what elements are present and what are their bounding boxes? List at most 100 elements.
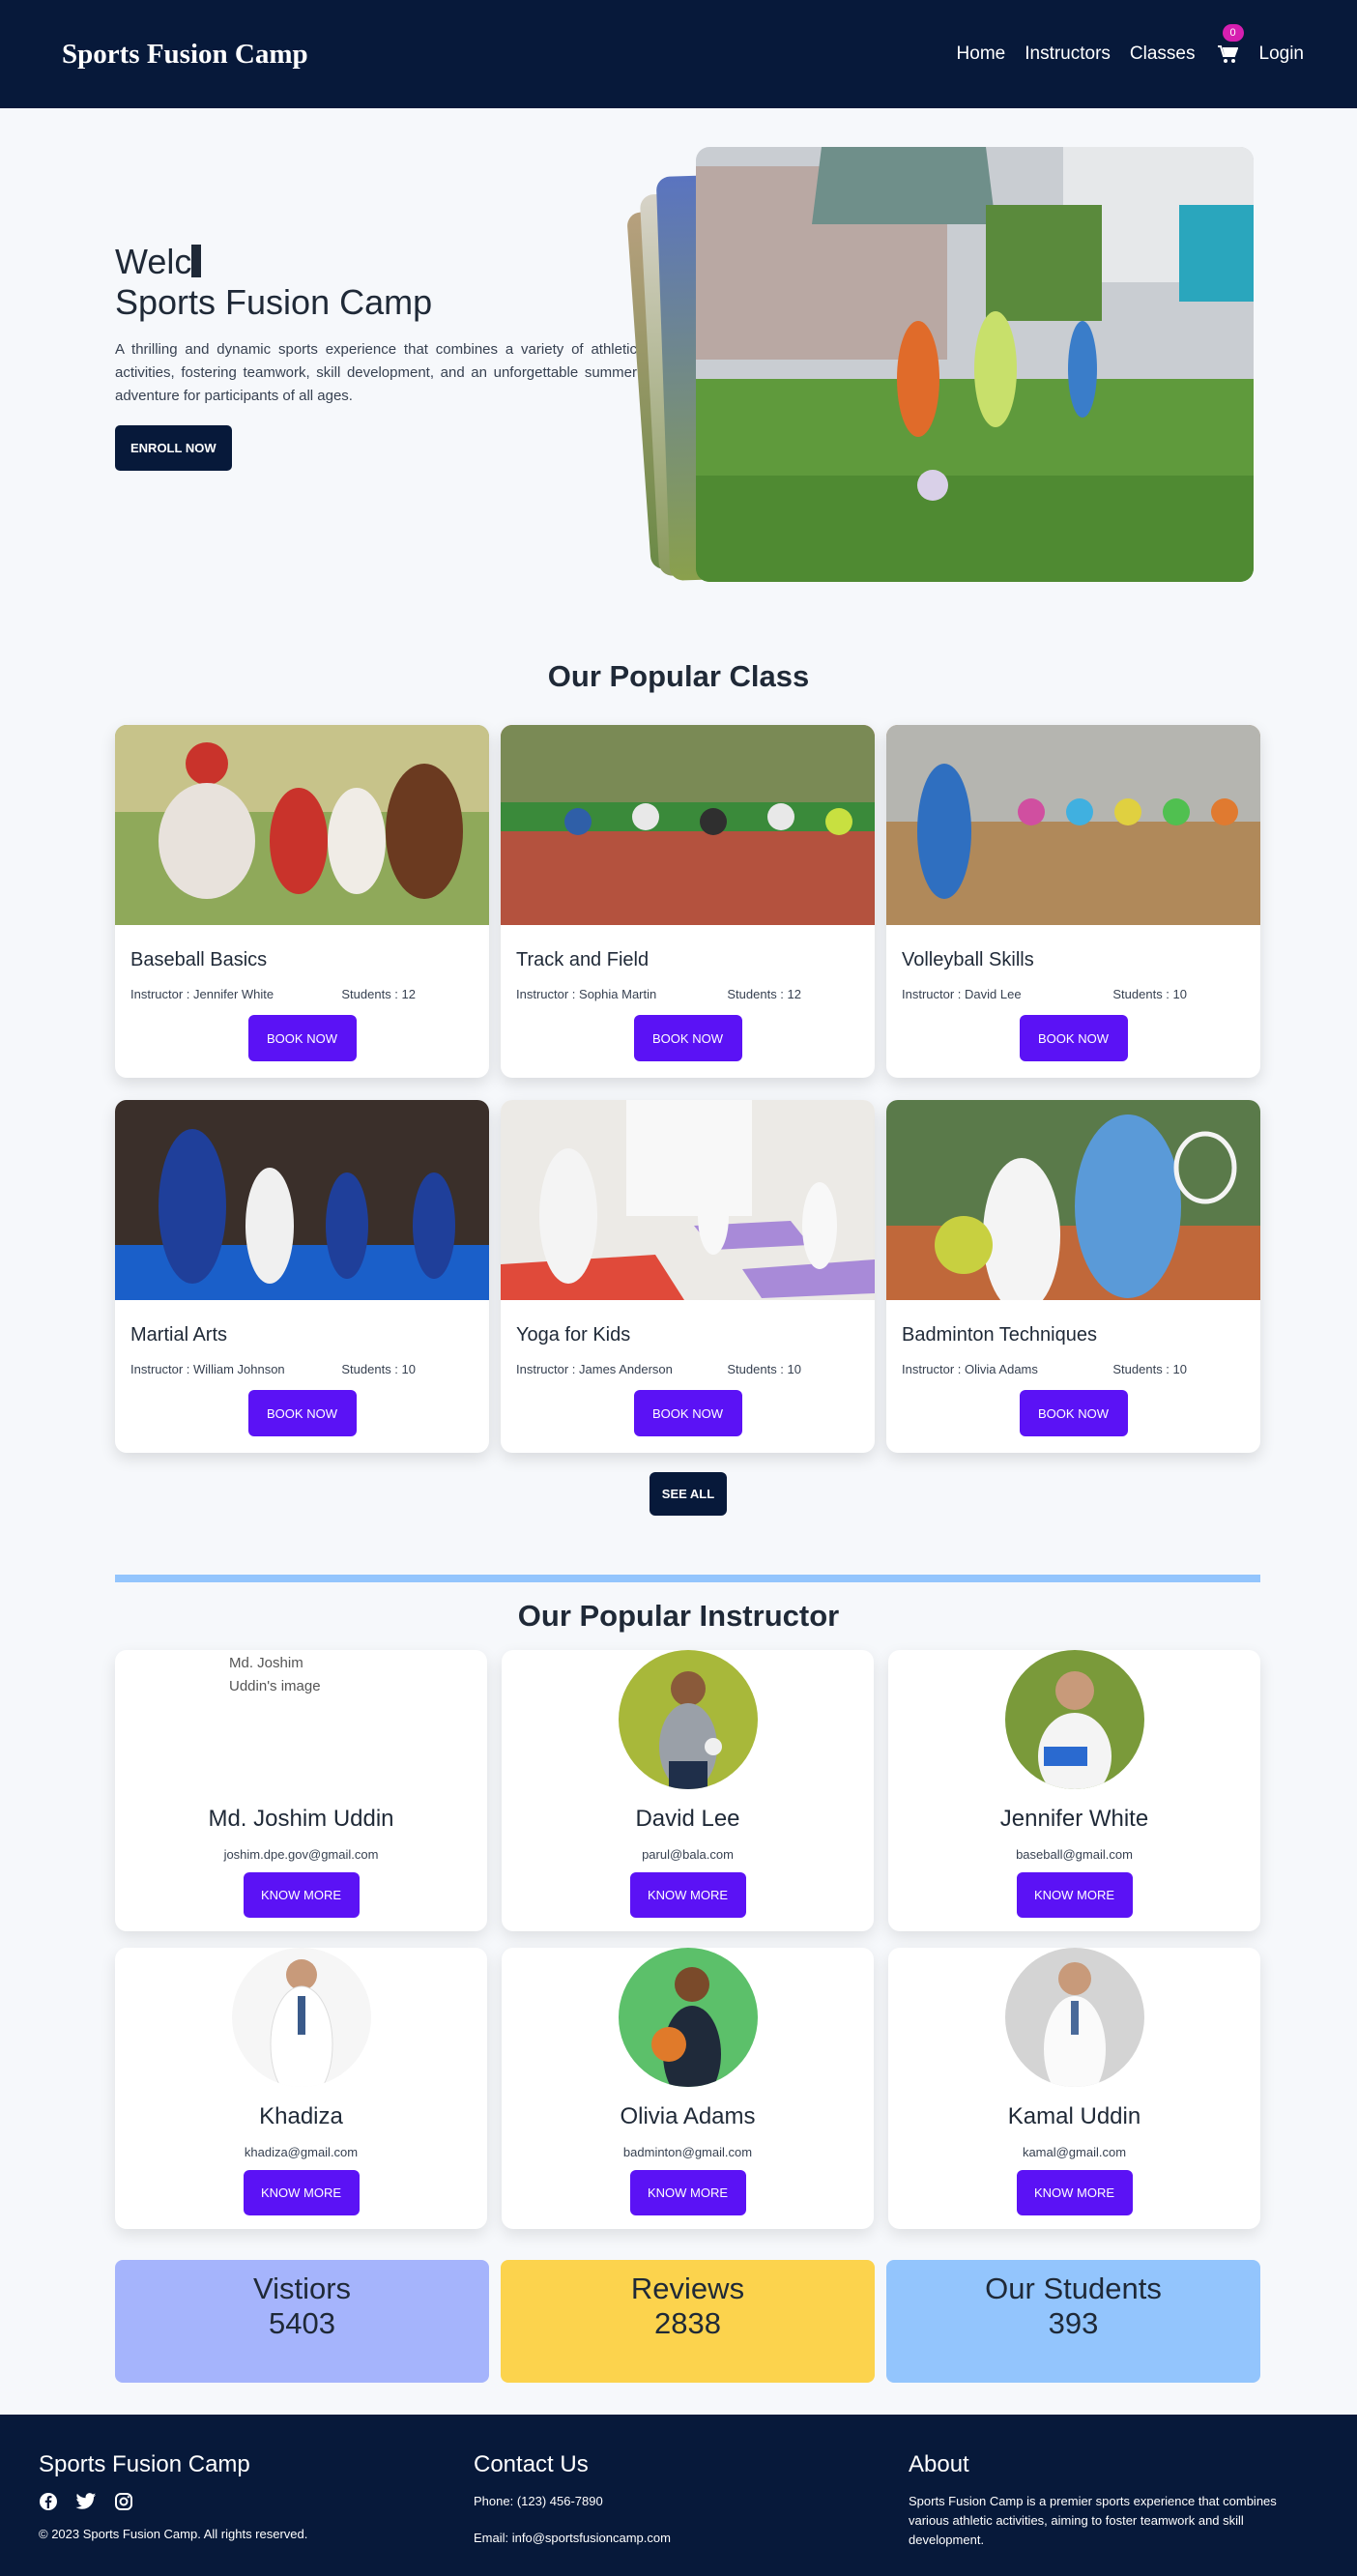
class-name: Track and Field bbox=[516, 949, 650, 970]
know-more-button[interactable]: KNOW MORE bbox=[243, 1872, 360, 1918]
footer-email[interactable]: Email: info@sportsfusioncamp.com bbox=[474, 2529, 860, 2548]
cart-button[interactable]: 0 bbox=[1215, 24, 1244, 67]
book-now-button[interactable]: BOOK NOW bbox=[633, 1015, 742, 1061]
class-name: Badminton Techniques bbox=[902, 1324, 1097, 1346]
class-students: Students : 10 bbox=[341, 1362, 416, 1376]
class-name: Martial Arts bbox=[130, 1324, 228, 1346]
instructor-card: Kamal Uddin kamal@gmail.com KNOW MORE bbox=[888, 1948, 1260, 2229]
instructor-name: Khadiza bbox=[259, 2103, 343, 2129]
know-more-button[interactable]: KNOW MORE bbox=[243, 2170, 360, 2215]
instructor-name: Kamal Uddin bbox=[1007, 2103, 1141, 2129]
class-instructor: Instructor : William Johnson bbox=[130, 1362, 285, 1376]
book-now-button[interactable]: BOOK NOW bbox=[247, 1015, 357, 1061]
instructor-email: parul@bala.com bbox=[642, 1847, 734, 1862]
instructor-email: baseball@gmail.com bbox=[1016, 1847, 1133, 1862]
class-card: Badminton Techniques Instructor : Olivia… bbox=[886, 1100, 1260, 1453]
broken-image-alt: Md. Joshim Uddin's image bbox=[229, 1655, 321, 1694]
class-instructor: Instructor : Sophia Martin bbox=[516, 987, 657, 1001]
class-name: Yoga for Kids bbox=[516, 1324, 631, 1346]
know-more-button[interactable]: KNOW MORE bbox=[629, 2170, 746, 2215]
class-image-volleyball bbox=[886, 725, 1260, 925]
nav-login[interactable]: Login bbox=[1259, 43, 1305, 65]
typing-cursor bbox=[191, 245, 202, 277]
nav-classes[interactable]: Classes bbox=[1130, 43, 1196, 65]
hero-description: A thrilling and dynamic sports experienc… bbox=[115, 341, 637, 404]
instructor-email: joshim.dpe.gov@gmail.com bbox=[223, 1847, 379, 1862]
footer-brand-column: Sports Fusion Camp © 2023 Sports Fusion … bbox=[39, 2451, 425, 2544]
class-instructor: Instructor : David Lee bbox=[902, 987, 1022, 1001]
instagram-icon[interactable] bbox=[114, 2492, 133, 2511]
hero-title: Welc Sports Fusion Camp bbox=[115, 242, 637, 323]
brand-logo[interactable]: Sports Fusion Camp bbox=[62, 39, 308, 71]
facebook-icon[interactable] bbox=[39, 2492, 58, 2511]
class-card: Volleyball Skills Instructor : David Lee… bbox=[886, 725, 1260, 1078]
class-instructor: Instructor : Jennifer White bbox=[130, 987, 274, 1001]
footer-brand: Sports Fusion Camp bbox=[39, 2451, 250, 2477]
footer-phone: Phone: (123) 456-7890 bbox=[474, 2494, 603, 2508]
class-students: Students : 10 bbox=[727, 1362, 801, 1376]
class-image-martial-arts bbox=[115, 1100, 489, 1300]
stat-label: Our Students bbox=[985, 2272, 1162, 2305]
know-more-button[interactable]: KNOW MORE bbox=[1016, 1872, 1133, 1918]
instructor-card: Khadiza khadiza@gmail.com KNOW MORE bbox=[115, 1948, 487, 2229]
class-students: Students : 10 bbox=[1112, 987, 1187, 1001]
class-card: Martial Arts Instructor : William Johnso… bbox=[115, 1100, 489, 1453]
stat-value: 2838 bbox=[654, 2306, 721, 2340]
know-more-button[interactable]: KNOW MORE bbox=[1016, 2170, 1133, 2215]
instructor-name: Jennifer White bbox=[999, 1806, 1149, 1832]
class-name: Baseball Basics bbox=[130, 949, 268, 970]
stat-label: Reviews bbox=[630, 2272, 745, 2305]
class-image-badminton bbox=[886, 1100, 1260, 1313]
footer-about-title: About bbox=[909, 2451, 969, 2477]
footer-contact-column: Contact Us Phone: (123) 456-7890 Email: … bbox=[474, 2451, 860, 2548]
instructor-card: Md. Joshim Uddin's image Md. Joshim Uddi… bbox=[115, 1650, 487, 1931]
stat-value: 393 bbox=[1048, 2306, 1099, 2340]
social-links bbox=[39, 2492, 425, 2511]
instructor-card: David Lee parul@bala.com KNOW MORE bbox=[502, 1650, 874, 1931]
enroll-now-button[interactable]: ENROLL NOW bbox=[115, 425, 232, 471]
avatar bbox=[231, 1948, 371, 2087]
instructor-name: Md. Joshim Uddin bbox=[208, 1806, 394, 1832]
footer-contact-title: Contact Us bbox=[474, 2451, 589, 2477]
stat-label: Vistiors bbox=[252, 2272, 352, 2305]
book-now-button[interactable]: BOOK NOW bbox=[247, 1390, 357, 1436]
know-more-button[interactable]: KNOW MORE bbox=[629, 1872, 746, 1918]
footer-about-column: About Sports Fusion Camp is a premier sp… bbox=[909, 2451, 1314, 2550]
class-image-yoga bbox=[501, 1100, 875, 1300]
cart-count-badge: 0 bbox=[1222, 24, 1244, 42]
book-now-button[interactable]: BOOK NOW bbox=[1019, 1390, 1128, 1436]
hero-section: Welc Sports Fusion Camp A thrilling and d… bbox=[115, 242, 637, 471]
nav-instructors[interactable]: Instructors bbox=[1025, 43, 1111, 65]
instructor-name: David Lee bbox=[635, 1806, 740, 1832]
class-students: Students : 12 bbox=[727, 987, 801, 1001]
book-now-button[interactable]: BOOK NOW bbox=[633, 1390, 742, 1436]
navbar: Sports Fusion Camp Home Instructors Clas… bbox=[0, 0, 1357, 108]
stat-card-reviews: Reviews 2838 bbox=[501, 2260, 875, 2383]
section-divider bbox=[115, 1575, 1260, 1582]
class-card: Yoga for Kids Instructor : James Anderso… bbox=[501, 1100, 875, 1453]
class-students: Students : 10 bbox=[1112, 1362, 1187, 1376]
class-image-track bbox=[501, 725, 875, 925]
nav-links: Home Instructors Classes 0 Login bbox=[957, 24, 1305, 67]
hero-title-line2: Sports Fusion Camp bbox=[115, 282, 433, 322]
twitter-icon[interactable] bbox=[75, 2492, 97, 2511]
avatar bbox=[618, 1948, 758, 2087]
instructor-card: Jennifer White baseball@gmail.com KNOW M… bbox=[888, 1650, 1260, 1931]
stat-card-students: Our Students 393 bbox=[886, 2260, 1260, 2383]
see-all-button[interactable]: SEE ALL bbox=[650, 1472, 727, 1516]
instructor-card: Olivia Adams badminton@gmail.com KNOW MO… bbox=[502, 1948, 874, 2229]
instructor-name: Olivia Adams bbox=[620, 2103, 756, 2129]
hero-title-typing: Welc bbox=[115, 242, 192, 281]
popular-class-title: Our Popular Class bbox=[547, 659, 810, 693]
class-card: Baseball Basics Instructor : Jennifer Wh… bbox=[115, 725, 489, 1078]
nav-home[interactable]: Home bbox=[957, 43, 1006, 65]
footer: Sports Fusion Camp © 2023 Sports Fusion … bbox=[0, 2415, 1357, 2576]
stat-card-visitors: Vistiors 5403 bbox=[115, 2260, 489, 2383]
class-instructor: Instructor : James Anderson bbox=[516, 1362, 673, 1376]
class-name: Volleyball Skills bbox=[902, 949, 1034, 970]
book-now-button[interactable]: BOOK NOW bbox=[1019, 1015, 1128, 1061]
class-card: Track and Field Instructor : Sophia Mart… bbox=[501, 725, 875, 1078]
avatar bbox=[618, 1650, 758, 1789]
instructor-email: badminton@gmail.com bbox=[622, 2145, 753, 2159]
instructor-email: kamal@gmail.com bbox=[1022, 2145, 1127, 2159]
